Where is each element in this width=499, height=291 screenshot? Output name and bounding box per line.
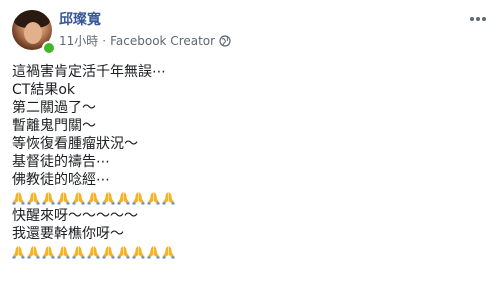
author-role: Facebook Creator — [110, 34, 216, 48]
pray-icon — [57, 192, 70, 205]
post-line: 這禍害肯定活千年無誤⋯ — [12, 64, 166, 80]
pray-icon — [102, 246, 115, 259]
pray-icon — [132, 192, 145, 205]
post-line: 快醒來呀～～～～～ — [12, 208, 138, 224]
post-line: 等恢復看腫瘤狀況～ — [12, 136, 138, 152]
post-time[interactable]: 11小時 — [59, 33, 98, 49]
post-line: 基督徒的禱告⋯ — [12, 154, 110, 170]
pray-icon — [42, 192, 55, 205]
pray-icon — [72, 246, 85, 259]
post-meta: 11小時 · Facebook Creator — [59, 33, 231, 49]
pray-icon — [117, 246, 130, 259]
avatar-face — [24, 22, 42, 44]
pray-icon — [162, 192, 175, 205]
online-status-dot — [42, 41, 56, 55]
post-line: 佛教徒的唸經⋯ — [12, 172, 110, 188]
pray-icon — [147, 192, 160, 205]
pray-icon — [87, 192, 100, 205]
pray-icon — [72, 192, 85, 205]
pray-emoji-row — [12, 243, 482, 261]
pray-icon — [42, 246, 55, 259]
pray-icon — [57, 246, 70, 259]
post-line: CT結果ok — [12, 82, 75, 98]
pray-icon — [117, 192, 130, 205]
pray-icon — [27, 192, 40, 205]
author-name[interactable]: 邱璨寬 — [59, 11, 101, 29]
post-line: 我還要幹樵你呀～ — [12, 226, 124, 242]
globe-icon[interactable] — [219, 35, 231, 47]
meta-separator: · — [102, 34, 107, 48]
pray-icon — [12, 246, 25, 259]
post-line: 第二關過了～ — [12, 100, 96, 116]
facebook-post: 邱璨寬 11小時 · Facebook Creator 這禍害肯定活千年無誤⋯ … — [0, 0, 499, 291]
pray-icon — [87, 246, 100, 259]
pray-icon — [162, 246, 175, 259]
pray-icon — [147, 246, 160, 259]
post-body: 這禍害肯定活千年無誤⋯ CT結果ok 第二關過了～ 暫離鬼門關～ 等恢復看腫瘤狀… — [12, 63, 482, 261]
pray-icon — [132, 246, 145, 259]
pray-icon — [102, 192, 115, 205]
pray-icon — [27, 246, 40, 259]
pray-icon — [12, 192, 25, 205]
more-horizontal-icon[interactable] — [467, 12, 489, 26]
post-line: 暫離鬼門關～ — [12, 118, 96, 134]
pray-emoji-row — [12, 189, 482, 207]
